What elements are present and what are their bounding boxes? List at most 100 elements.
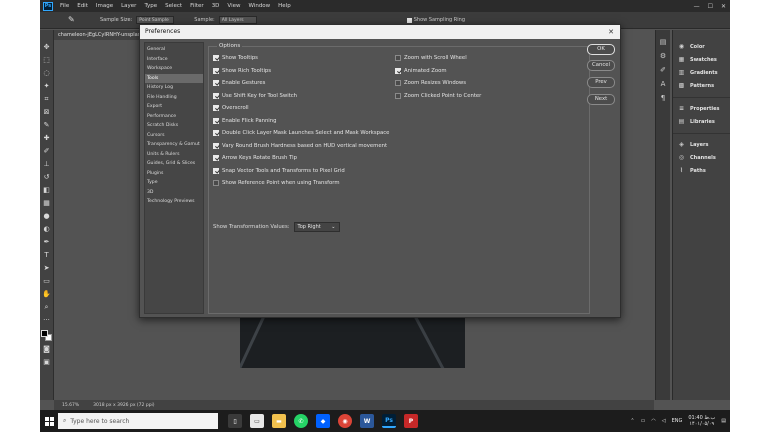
adjustments-panel-icon[interactable]: ⚙ bbox=[659, 52, 668, 61]
option-zoom-clicked-point[interactable]: Zoom Clicked Point to Center bbox=[395, 92, 481, 99]
menu-select[interactable]: Select bbox=[161, 3, 186, 9]
eraser-tool-icon[interactable]: ◧ bbox=[42, 185, 52, 195]
screen-mode-icon[interactable]: ▣ bbox=[42, 357, 52, 367]
quick-select-tool-icon[interactable]: ✦ bbox=[42, 81, 52, 91]
category-technology-previews[interactable]: Technology Previews bbox=[145, 197, 203, 207]
cancel-button[interactable]: Cancel bbox=[587, 60, 615, 71]
notifications-icon[interactable]: ▤ bbox=[721, 418, 726, 424]
menu-3d[interactable]: 3D bbox=[208, 3, 224, 9]
panel-patterns[interactable]: ▩ Patterns bbox=[673, 79, 730, 92]
panel-properties[interactable]: ≡ Properties bbox=[673, 102, 730, 115]
history-brush-tool-icon[interactable]: ↺ bbox=[42, 172, 52, 182]
shape-tool-icon[interactable]: ▭ bbox=[42, 276, 52, 286]
healing-brush-tool-icon[interactable]: ✚ bbox=[42, 133, 52, 143]
dialog-close-icon[interactable]: ✕ bbox=[608, 25, 614, 39]
option-enable-flick-panning[interactable]: Enable Flick Panning bbox=[213, 117, 277, 124]
start-button[interactable] bbox=[40, 410, 58, 432]
lasso-tool-icon[interactable]: ◌ bbox=[42, 68, 52, 78]
taskbar-search[interactable]: ⌕ Type here to search bbox=[58, 413, 218, 429]
zoom-scroll-wheel-checkbox[interactable] bbox=[395, 55, 401, 61]
show-reference-point-checkbox[interactable] bbox=[213, 180, 219, 186]
quick-mask-icon[interactable]: ◙ bbox=[42, 344, 52, 354]
category-tools[interactable]: Tools bbox=[145, 73, 203, 83]
show-tooltips-checkbox[interactable] bbox=[213, 55, 219, 61]
gradient-tool-icon[interactable]: ▦ bbox=[42, 198, 52, 208]
crop-tool-icon[interactable]: ⌗ bbox=[42, 94, 52, 104]
enable-gestures-checkbox[interactable] bbox=[213, 80, 219, 86]
option-show-tooltips[interactable]: Show Tooltips bbox=[213, 55, 258, 61]
zoom-level[interactable]: 15.67% bbox=[62, 403, 79, 408]
battery-icon[interactable]: ▭ bbox=[641, 418, 646, 424]
category-cursors[interactable]: Cursors bbox=[145, 131, 203, 141]
layer-mask-select-and-mask-checkbox[interactable] bbox=[213, 130, 219, 136]
category-transparency-gamut[interactable]: Transparency & Gamut bbox=[145, 140, 203, 150]
folder-icon[interactable]: ▬ bbox=[272, 414, 286, 428]
character-panel-icon[interactable]: A bbox=[659, 80, 668, 89]
move-tool-icon[interactable]: ✥ bbox=[42, 42, 52, 52]
option-snap-vector-pixel-grid[interactable]: Snap Vector Tools and Transforms to Pixe… bbox=[213, 167, 345, 174]
more-tools-icon[interactable]: ··· bbox=[42, 315, 52, 325]
category-performance[interactable]: Performance bbox=[145, 112, 203, 122]
brush-tool-icon[interactable]: ✐ bbox=[42, 146, 52, 156]
option-enable-gestures[interactable]: Enable Gestures bbox=[213, 80, 265, 86]
category-history-log[interactable]: History Log bbox=[145, 83, 203, 93]
task-view-icon[interactable]: ▯ bbox=[228, 414, 242, 428]
menu-file[interactable]: File bbox=[56, 3, 73, 9]
option-layer-mask-select-and-mask[interactable]: Double Click Layer Mask Launches Select … bbox=[213, 130, 389, 136]
color-swatches[interactable] bbox=[41, 330, 52, 341]
eyedropper-icon[interactable]: ✎ bbox=[68, 15, 80, 25]
panel-paths[interactable]: ⌇ Paths bbox=[673, 164, 730, 177]
menu-edit[interactable]: Edit bbox=[73, 3, 92, 9]
option-zoom-resizes-windows[interactable]: Zoom Resizes Windows bbox=[395, 80, 466, 86]
menu-view[interactable]: View bbox=[223, 3, 244, 9]
panel-layers[interactable]: ◈ Layers bbox=[673, 138, 730, 151]
panel-swatches[interactable]: ▦ Swatches bbox=[673, 53, 730, 66]
volume-icon[interactable]: ◁ bbox=[662, 418, 666, 424]
animated-zoom-checkbox[interactable] bbox=[395, 67, 401, 74]
brush-settings-panel-icon[interactable]: ✐ bbox=[659, 66, 668, 75]
show-rich-tooltips-checkbox[interactable] bbox=[213, 67, 219, 74]
menu-help[interactable]: Help bbox=[274, 3, 295, 9]
option-overscroll[interactable]: Overscroll bbox=[213, 105, 249, 111]
clock[interactable]: 01:40 ب.ظ ۱۴۰۱/۰۵/۰۹ bbox=[688, 415, 715, 427]
chrome-icon[interactable]: ◉ bbox=[338, 414, 352, 428]
type-tool-icon[interactable]: T bbox=[42, 250, 52, 260]
category-general[interactable]: General bbox=[145, 45, 203, 55]
next-button[interactable]: Next bbox=[587, 94, 615, 105]
option-vary-brush-hardness[interactable]: Vary Round Brush Hardness based on HUD v… bbox=[213, 142, 387, 149]
hand-tool-icon[interactable]: ✋ bbox=[42, 289, 52, 299]
show-sampling-ring-toggle[interactable]: Show Sampling Ring bbox=[406, 17, 465, 23]
vary-brush-hardness-checkbox[interactable] bbox=[213, 142, 219, 149]
wifi-icon[interactable]: ◠ bbox=[651, 418, 655, 424]
path-selection-tool-icon[interactable]: ➤ bbox=[42, 263, 52, 273]
pdf-app-icon[interactable]: P bbox=[404, 414, 418, 428]
history-panel-icon[interactable]: ▤ bbox=[659, 38, 668, 47]
panel-libraries[interactable]: ▤ Libraries bbox=[673, 115, 730, 128]
clone-stamp-tool-icon[interactable]: ⊥ bbox=[42, 159, 52, 169]
pen-tool-icon[interactable]: ✒ bbox=[42, 237, 52, 247]
option-zoom-scroll-wheel[interactable]: Zoom with Scroll Wheel bbox=[395, 55, 467, 61]
sample-select[interactable]: All Layers bbox=[218, 16, 257, 24]
tray-chevron-icon[interactable]: ⌃ bbox=[630, 418, 634, 424]
overscroll-checkbox[interactable] bbox=[213, 105, 219, 111]
menu-type[interactable]: Type bbox=[140, 3, 161, 9]
eyedropper-tool-icon[interactable]: ✎ bbox=[42, 120, 52, 130]
ok-button[interactable]: OK bbox=[587, 44, 615, 55]
word-icon[interactable]: W bbox=[360, 414, 374, 428]
panel-channels[interactable]: ◎ Channels bbox=[673, 151, 730, 164]
option-animated-zoom[interactable]: Animated Zoom bbox=[395, 67, 447, 74]
category-guides-grid-slices[interactable]: Guides, Grid & Slices bbox=[145, 159, 203, 169]
zoom-clicked-point-checkbox[interactable] bbox=[395, 92, 401, 99]
arrow-keys-rotate-brush-checkbox[interactable] bbox=[213, 155, 219, 161]
menu-filter[interactable]: Filter bbox=[186, 3, 208, 9]
sample-size-select[interactable]: Point Sample bbox=[136, 16, 175, 24]
option-show-reference-point[interactable]: Show Reference Point when using Transfor… bbox=[213, 180, 340, 186]
menu-image[interactable]: Image bbox=[92, 3, 117, 9]
snap-vector-pixel-grid-checkbox[interactable] bbox=[213, 167, 219, 174]
category-export[interactable]: Export bbox=[145, 102, 203, 112]
category-3d[interactable]: 3D bbox=[145, 188, 203, 198]
zoom-resizes-windows-checkbox[interactable] bbox=[395, 80, 401, 86]
maximize-icon[interactable]: ☐ bbox=[708, 3, 713, 10]
category-interface[interactable]: Interface bbox=[145, 55, 203, 65]
minimize-icon[interactable]: — bbox=[694, 3, 700, 10]
